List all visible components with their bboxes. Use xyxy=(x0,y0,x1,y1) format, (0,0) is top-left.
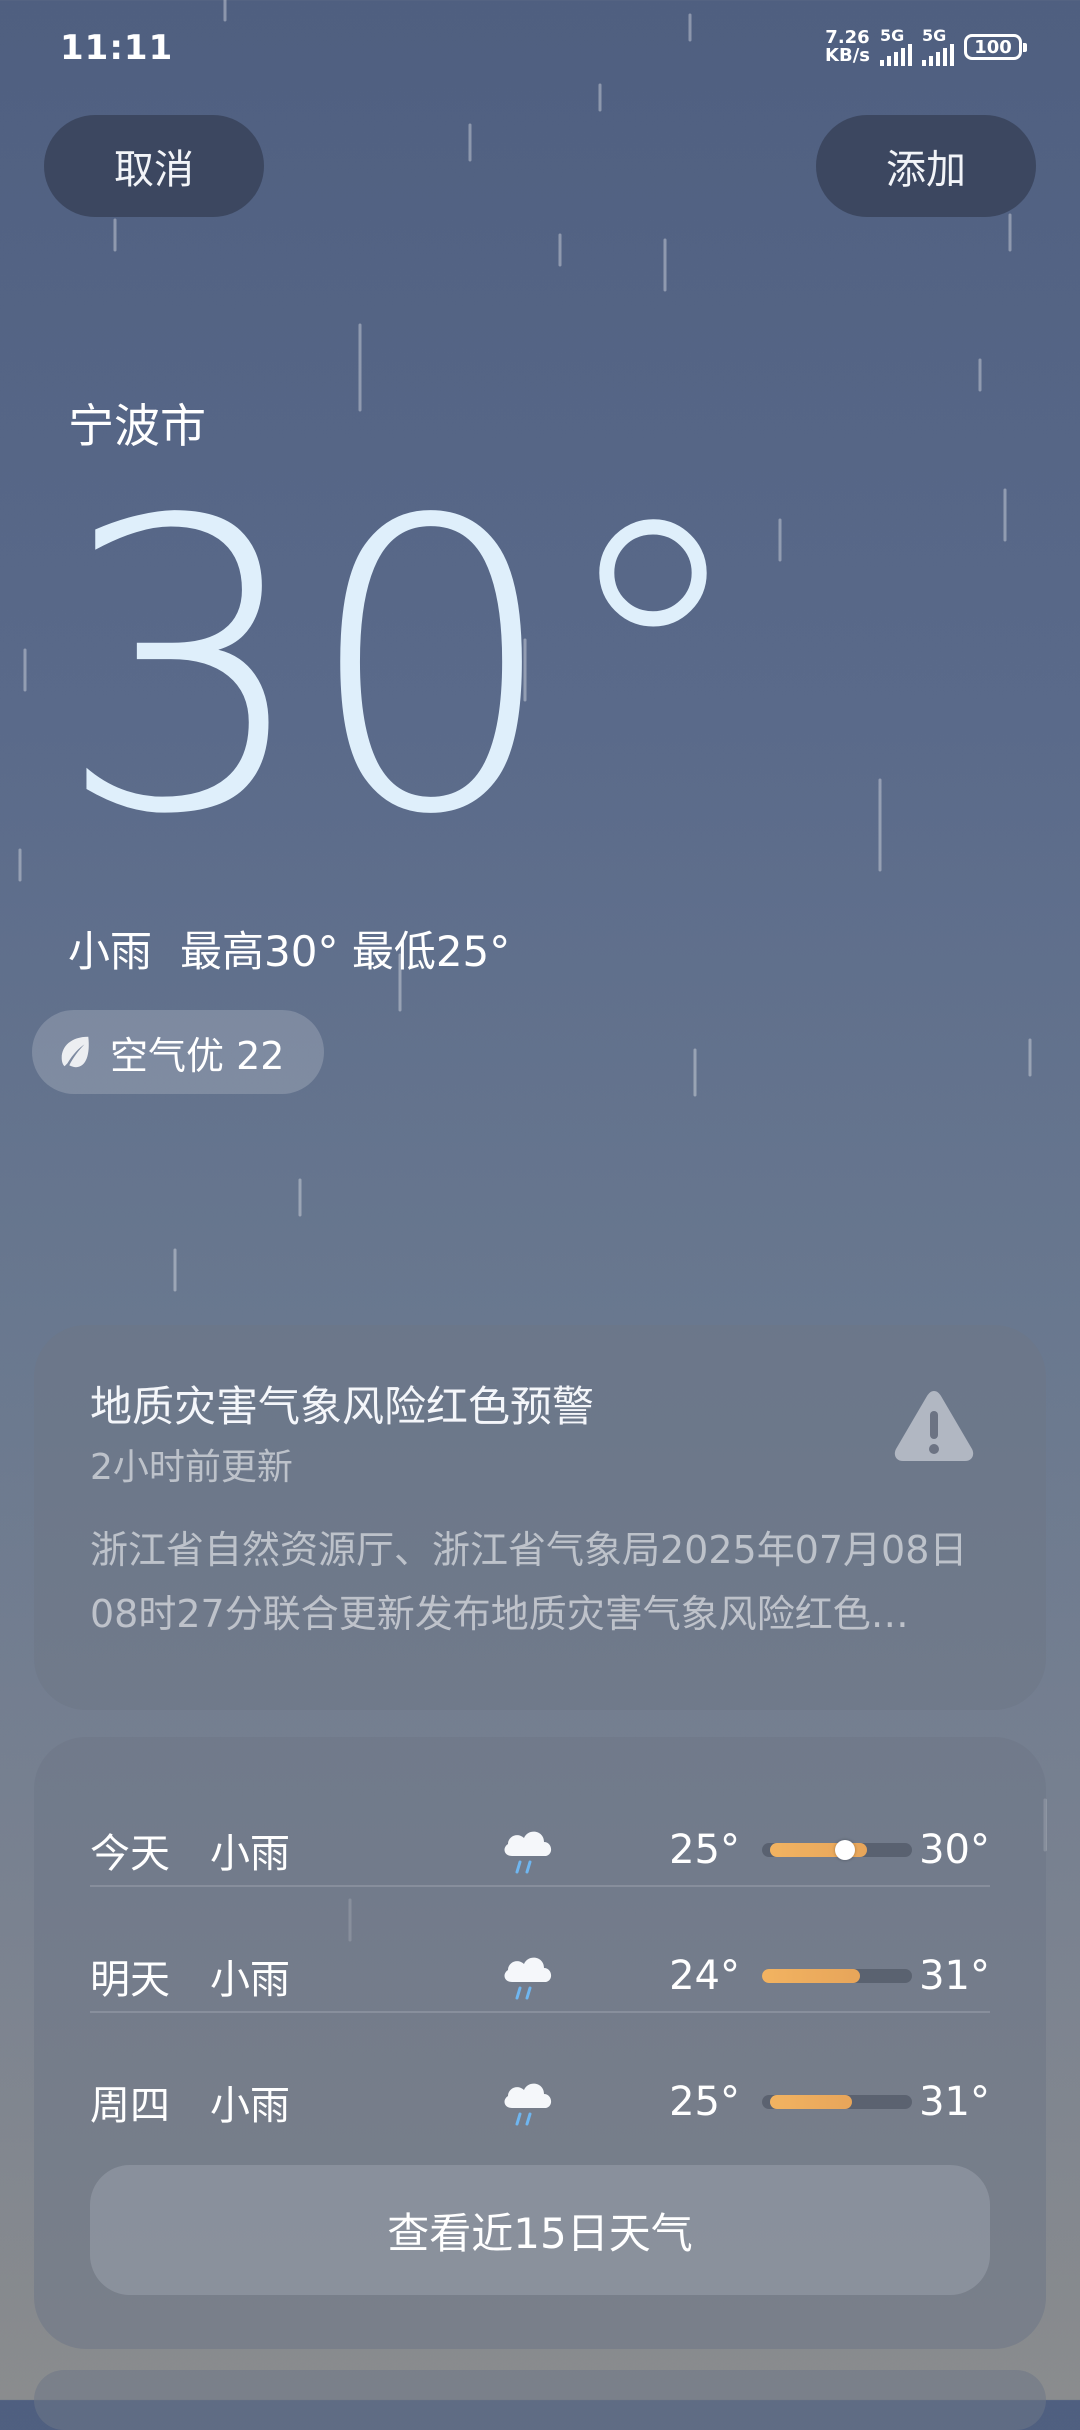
battery-icon: 100 xyxy=(964,34,1027,60)
forecast-row-today[interactable]: 今天 小雨 25° 30° xyxy=(90,1787,990,1913)
aqi-text: 空气优 22 xyxy=(110,1033,285,1078)
high-temp: 最高30° xyxy=(180,927,339,976)
leaf-icon xyxy=(61,1036,89,1068)
view-15-day-forecast-button[interactable]: 查看近15日天气 xyxy=(90,2165,990,2295)
divider xyxy=(90,2011,990,2013)
rain-cloud-icon xyxy=(504,1957,552,2000)
forecast-card: 今天 小雨 25° 30° 明天 小雨 24° 31° 周四 小雨 25° 31… xyxy=(34,1737,1046,2349)
signal-icon-sim1: 5G xyxy=(880,28,912,66)
current-temperature: 30° xyxy=(56,437,753,902)
warning-body: 浙江省自然资源厅、浙江省气象局2025年07月08日08时27分联合更新发布地质… xyxy=(90,1528,968,1636)
temp-range-bar xyxy=(762,1840,912,1860)
status-bar: 11:11 7.26 KB/s 5G 5G 100 xyxy=(0,0,1080,100)
warning-updated: 2小时前更新 xyxy=(90,1447,293,1488)
condition-summary: 小雨 最高30° 最低25° xyxy=(68,918,510,979)
air-quality-badge[interactable]: 空气优 22 xyxy=(32,1010,325,1094)
forecast-high: 31° xyxy=(919,2079,990,2125)
rain-cloud-icon xyxy=(504,1831,552,1874)
forecast-low: 24° xyxy=(669,1953,740,1999)
current-temp-marker xyxy=(834,1840,855,1860)
clock: 11:11 xyxy=(60,28,174,68)
forecast-row-tomorrow[interactable]: 明天 小雨 24° 31° xyxy=(90,1913,990,2039)
forecast-condition: 小雨 xyxy=(210,1831,290,1877)
network-speed: 7.26 KB/s xyxy=(825,27,870,66)
forecast-condition: 小雨 xyxy=(210,2083,290,2129)
forecast-low: 25° xyxy=(669,1827,740,1873)
forecast-high: 30° xyxy=(919,1827,990,1873)
forecast-condition: 小雨 xyxy=(210,1957,290,2003)
next-card-peek xyxy=(34,2370,1046,2430)
forecast-day: 今天 xyxy=(90,1831,170,1877)
warning-card[interactable]: 地质灾害气象风险红色预警 2小时前更新 浙江省自然资源厅、浙江省气象局2025年… xyxy=(34,1325,1046,1710)
warning-triangle-icon xyxy=(894,1391,974,1461)
forecast-high: 31° xyxy=(919,1953,990,1999)
add-button[interactable]: 添加 xyxy=(816,115,1036,217)
forecast-low: 25° xyxy=(669,2079,740,2125)
condition-text: 小雨 xyxy=(68,927,153,976)
divider xyxy=(90,1885,990,1887)
temp-range-bar xyxy=(762,2095,912,2109)
forecast-day: 周四 xyxy=(90,2083,170,2129)
forecast-day: 明天 xyxy=(90,1957,170,2003)
rain-cloud-icon xyxy=(504,2083,552,2126)
low-temp: 最低25° xyxy=(351,927,511,976)
warning-title: 地质灾害气象风险红色预警 xyxy=(90,1382,595,1431)
forecast-row-thursday[interactable]: 周四 小雨 25° 31° xyxy=(90,2039,990,2165)
temp-range-bar xyxy=(762,1969,912,1983)
cancel-button[interactable]: 取消 xyxy=(44,115,264,217)
signal-icon-sim2: 5G xyxy=(922,28,954,66)
